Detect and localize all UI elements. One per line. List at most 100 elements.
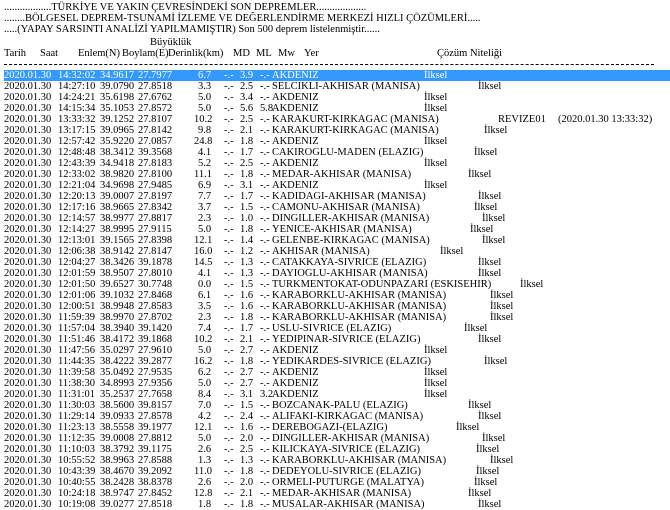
row-location: KILICKAYA-SIVRICE (ELAZIG) [272, 444, 421, 455]
row-location: KARAKURT-KIRKAGAC (MANISA) [272, 125, 439, 136]
table-row[interactable]: 2020.01.30 12:06:38 38.9142 27.8147 16.0 -.- 1… [4, 246, 670, 257]
table-row[interactable]: 2020.01.30 11:23:13 38.5558 39.1977 12.1 -.- 1… [4, 422, 670, 433]
col-header-solution: Çözüm Niteliği [437, 48, 503, 59]
row-longitude: 27.7977 [138, 70, 173, 81]
table-row[interactable]: 2020.01.30 14:15:34 35.1053 27.8572 5.0 -.- 5.… [4, 103, 670, 114]
table-row[interactable]: 2020.01.30 13:33:32 39.1252 27.8107 10.2 -.- 2… [4, 114, 670, 125]
row-time: 12:04:27 [58, 257, 96, 268]
row-location: ORMELI-PUTURGE (MALATYA) [272, 477, 424, 488]
table-row[interactable]: 2020.01.30 11:51:46 38.4172 39.1868 10.2 -.- 2… [4, 334, 670, 345]
table-row[interactable]: 2020.01.30 12:48:48 38.3412 39.3568 4.1 -.- 1.… [4, 147, 670, 158]
row-mw: -.- [260, 81, 270, 92]
table-row[interactable]: 2020.01.30 12:17:16 38.9665 27.8342 3.7 -.- 1.… [4, 202, 670, 213]
row-date: 2020.01.30 [4, 466, 52, 477]
table-row[interactable]: 2020.01.30 10:19:08 39.0277 27.8518 1.8 -.- 1.… [4, 499, 670, 510]
table-row[interactable]: 2020.01.30 11:12:35 39.0008 27.8812 5.0 -.- 2.… [4, 433, 670, 444]
row-date: 2020.01.30 [4, 158, 52, 169]
table-row[interactable]: 2020.01.30 12:43:39 34.9418 27.8183 5.2 -.- 2.… [4, 158, 670, 169]
row-latitude: 38.3792 [100, 444, 135, 455]
table-row[interactable]: 2020.01.30 12:04:27 38.3426 39.1878 14.5 -.- 1… [4, 257, 670, 268]
row-latitude: 39.0277 [100, 499, 135, 510]
table-row[interactable]: 2020.01.30 12:14:57 38.9977 27.8817 2.3 -.- 1.… [4, 213, 670, 224]
row-depth: 2.6 [198, 444, 212, 455]
table-row[interactable]: 2020.01.30 12:00:51 38.9948 27.8583 3.5 -.- 1.… [4, 301, 670, 312]
table-row[interactable]: 2020.01.30 10:24:18 38.9747 27.8452 12.8 -.- 2… [4, 488, 670, 499]
table-row[interactable]: 2020.01.30 12:21:04 34.9698 27.9485 6.9 -.- 3.… [4, 180, 670, 191]
row-ml: 2.5 [240, 158, 254, 169]
row-longitude: 39.3568 [138, 147, 173, 158]
row-depth: 4.2 [198, 411, 212, 422]
row-latitude: 38.5558 [100, 422, 135, 433]
table-row[interactable]: 2020.01.30 12:57:42 35.9220 27.0857 24.8 -.- 1… [4, 136, 670, 147]
table-row[interactable]: 2020.01.30 12:01:50 39.6527 30.7748 0.0 -.- 1.… [4, 279, 670, 290]
row-md: -.- [224, 499, 234, 510]
table-row[interactable]: 2020.01.30 11:47:56 35.0297 27.9610 5.0 -.- 2.… [4, 345, 670, 356]
table-row[interactable]: 2020.01.30 12:01:59 38.9507 27.8010 4.1 -.- 1.… [4, 268, 670, 279]
table-row[interactable]: 2020.01.30 14:27:10 39.0790 27.8518 3.3 -.- 2.… [4, 81, 670, 92]
table-row[interactable]: 2020.01.30 10:55:52 38.9963 27.8588 1.3 -.- 1.… [4, 455, 670, 466]
row-md: -.- [224, 257, 234, 268]
table-row[interactable]: 2020.01.30 11:38:30 34.8993 27.9356 5.0 -.- 2.… [4, 378, 670, 389]
table-row[interactable]: 2020.01.30 11:29:14 39.0933 27.8578 4.2 -.- 2.… [4, 411, 670, 422]
row-depth: 6.9 [198, 180, 212, 191]
table-row[interactable]: 2020.01.30 11:57:04 38.3940 39.1420 7.4 -.- 1.… [4, 323, 670, 334]
table-row[interactable]: 2020.01.30 11:59:39 38.9970 27.8702 2.3 -.- 1.… [4, 312, 670, 323]
row-mw: -.- [260, 400, 270, 411]
table-row[interactable]: 2020.01.30 10:43:39 38.4670 39.2092 11.0 -.- 1… [4, 466, 670, 477]
row-md: -.- [224, 323, 234, 334]
row-location: AKDENIZ [272, 180, 319, 191]
row-depth: 5.0 [198, 224, 212, 235]
row-md: -.- [224, 180, 234, 191]
row-longitude: 39.1420 [138, 323, 173, 334]
row-mw: -.- [260, 433, 270, 444]
table-row[interactable]: 2020.01.30 10:40:55 38.2428 38.8378 2.6 -.- 2.… [4, 477, 670, 488]
row-date: 2020.01.30 [4, 499, 52, 510]
row-date: 2020.01.30 [4, 136, 52, 147]
row-solution-type: İlksel [468, 169, 492, 180]
table-row[interactable]: 2020.01.30 12:01:06 39.1032 27.8468 6.1 -.- 1.… [4, 290, 670, 301]
row-time: 11:29:14 [58, 411, 95, 422]
row-solution-type: İlksel [478, 191, 502, 202]
row-ml: 1.5 [240, 400, 254, 411]
row-mw: -.- [260, 334, 270, 345]
table-row[interactable]: 2020.01.30 12:20:13 39.0007 27.8197 7.7 -.- 1.… [4, 191, 670, 202]
row-latitude: 34.9698 [100, 180, 135, 191]
row-mw: -.- [260, 125, 270, 136]
table-row[interactable]: 2020.01.30 11:31:01 35.2537 27.7658 8.4 -.- 3.… [4, 389, 670, 400]
row-ml: 1.6 [240, 290, 254, 301]
row-depth: 7.0 [198, 400, 212, 411]
row-latitude: 38.2428 [100, 477, 135, 488]
row-solution-type: İlksel [424, 345, 448, 356]
row-location: MEDAR-AKHISAR (MANISA) [272, 488, 412, 499]
col-header-md: MD [233, 48, 250, 59]
table-row[interactable]: 2020.01.30 11:44:35 38.4222 39.2877 16.2 -.- 1… [4, 356, 670, 367]
row-depth: 3.5 [198, 301, 212, 312]
col-header-location: Yer [304, 48, 319, 59]
row-latitude: 38.9747 [100, 488, 135, 499]
table-row[interactable]: 2020.01.30 14:24:21 35.6198 27.6762 5.0 -.- 3.… [4, 92, 670, 103]
earthquake-list-document: ..................TÜRKİYE VE YAKIN ÇEVRE… [0, 0, 670, 510]
table-row-selected[interactable]: 2020.01.30 14:32:02 34.9617 27.7977 6.7 -.- 3.… [4, 70, 670, 81]
table-row[interactable]: 2020.01.30 12:14:27 38.9995 27.9115 5.0 -.- 1.… [4, 224, 670, 235]
row-solution-type: İlksel [484, 125, 508, 136]
table-row[interactable]: 2020.01.30 11:10:03 38.3792 39.1175 2.6 -.- 2.… [4, 444, 670, 455]
row-longitude: 39.1175 [138, 444, 172, 455]
row-time: 10:55:52 [58, 455, 96, 466]
table-row[interactable]: 2020.01.30 12:13:01 39.1565 27.8398 12.1 -.- 1… [4, 235, 670, 246]
row-depth: 4.1 [198, 147, 212, 158]
row-solution-type: İlksel [468, 488, 492, 499]
table-row[interactable]: 2020.01.30 11:39:58 35.0492 27.9535 6.2 -.- 2.… [4, 367, 670, 378]
row-longitude: 27.8100 [138, 169, 173, 180]
row-longitude: 27.8342 [138, 202, 173, 213]
row-longitude: 27.8468 [138, 290, 173, 301]
row-latitude: 35.0492 [100, 367, 135, 378]
row-location: KARABORKLU-AKHISAR (MANISA) [272, 455, 447, 466]
row-mw: -.- [260, 488, 270, 499]
row-solution-type: İlksel [474, 147, 498, 158]
row-latitude: 38.9977 [100, 213, 135, 224]
row-time: 11:57:04 [58, 323, 95, 334]
table-row[interactable]: 2020.01.30 13:17:15 39.0965 27.8142 9.8 -.- 2.… [4, 125, 670, 136]
row-time: 11:39:58 [58, 367, 95, 378]
table-row[interactable]: 2020.01.30 12:33:02 38.9820 27.8100 11.1 -.- 1… [4, 169, 670, 180]
table-row[interactable]: 2020.01.30 11:30:03 38.5600 39.8157 7.0 -.- 1.… [4, 400, 670, 411]
